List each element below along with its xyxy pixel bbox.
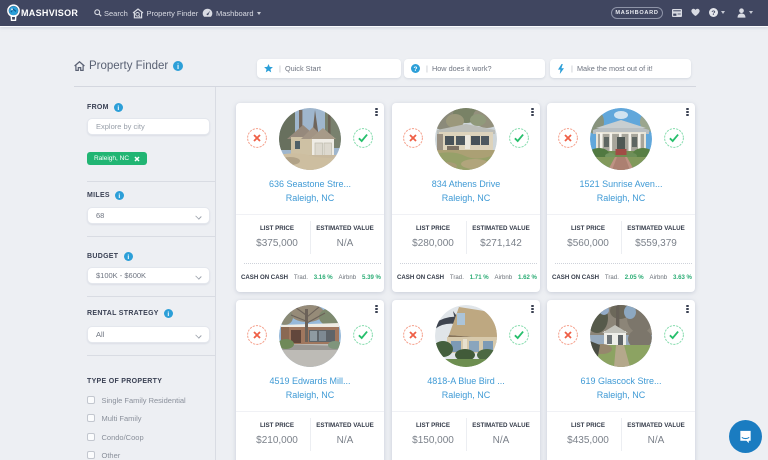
svg-text:i: i (127, 254, 129, 261)
svg-text:i: i (119, 193, 121, 200)
svg-text:i: i (177, 62, 179, 71)
svg-text:?: ? (414, 66, 418, 73)
svg-text:i: i (117, 105, 119, 112)
svg-text:?: ? (711, 10, 715, 17)
svg-text:i: i (167, 311, 169, 318)
